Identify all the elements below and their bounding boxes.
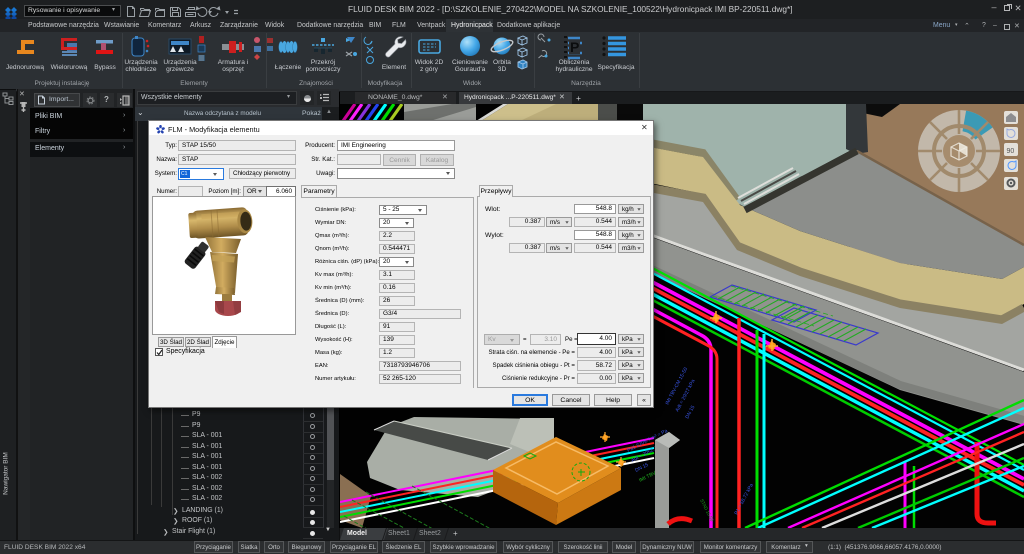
- svg-text:90: 90: [1007, 148, 1015, 155]
- svg-text:P: P: [570, 39, 579, 55]
